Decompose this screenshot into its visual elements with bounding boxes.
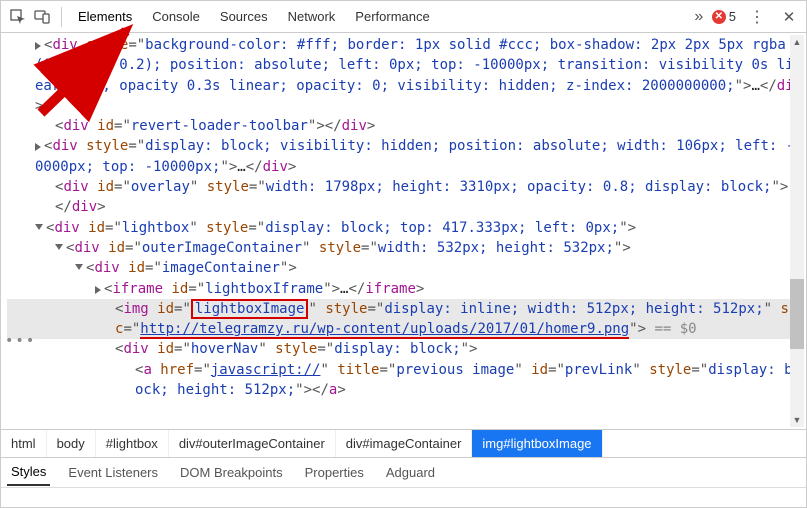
panel-tabs: Elements Console Sources Network Perform…: [78, 3, 686, 30]
breadcrumb-selected[interactable]: img#lightboxImage: [472, 430, 602, 457]
subtab-dom-breakpoints[interactable]: DOM Breakpoints: [176, 460, 287, 485]
dom-node-selected[interactable]: <img id="lightboxImage" style="display: …: [7, 299, 804, 340]
scroll-thumb[interactable]: [790, 279, 804, 349]
breadcrumb-lightbox[interactable]: #lightbox: [96, 430, 169, 457]
dom-tree[interactable]: <div style="background-color: #fff; bord…: [1, 33, 806, 429]
highlighted-src-url: http://telegramzy.ru/wp-content/uploads/…: [140, 321, 629, 339]
dom-node[interactable]: <a href="javascript://" title="previous …: [7, 360, 804, 401]
breadcrumb-body[interactable]: body: [47, 430, 96, 457]
dom-node[interactable]: <div id="revert-loader-toolbar"></div>: [7, 116, 804, 136]
error-count: 5: [729, 9, 736, 24]
tab-sources[interactable]: Sources: [220, 3, 268, 30]
styles-pane: [1, 487, 806, 507]
dom-node[interactable]: <div id="overlay" style="width: 1798px; …: [7, 177, 804, 218]
separator: [61, 7, 62, 27]
tab-elements[interactable]: Elements: [78, 3, 132, 30]
vertical-scrollbar[interactable]: ▲ ▼: [790, 35, 804, 427]
dom-node[interactable]: <div id="hoverNav" style="display: block…: [7, 339, 804, 359]
scroll-up-icon[interactable]: ▲: [790, 35, 804, 49]
dom-node[interactable]: <div style="background-color: #fff; bord…: [7, 35, 804, 116]
overflow-dots: •••: [5, 331, 36, 351]
dom-node[interactable]: <iframe id="lightboxIframe">…</iframe>: [7, 279, 804, 299]
error-icon: ✕: [712, 10, 726, 24]
highlighted-id: lightboxImage: [191, 299, 309, 319]
close-devtools-icon[interactable]: ✕: [778, 6, 800, 28]
tab-network[interactable]: Network: [288, 3, 336, 30]
scroll-down-icon[interactable]: ▼: [790, 413, 804, 427]
dom-node[interactable]: <div style="display: block; visibility: …: [7, 136, 804, 177]
breadcrumb-outer[interactable]: div#outerImageContainer: [169, 430, 336, 457]
breadcrumb-html[interactable]: html: [1, 430, 47, 457]
inspect-element-icon[interactable]: [7, 6, 29, 28]
device-toggle-icon[interactable]: [31, 6, 53, 28]
breadcrumb-container[interactable]: div#imageContainer: [336, 430, 473, 457]
subtab-event-listeners[interactable]: Event Listeners: [64, 460, 162, 485]
kebab-menu-icon[interactable]: ⋮: [746, 6, 768, 28]
tab-console[interactable]: Console: [152, 3, 200, 30]
tab-performance[interactable]: Performance: [355, 3, 429, 30]
more-tabs-icon[interactable]: »: [688, 6, 710, 28]
error-count-badge[interactable]: ✕ 5: [712, 9, 736, 24]
subtab-styles[interactable]: Styles: [7, 459, 50, 486]
devtools-toolbar: Elements Console Sources Network Perform…: [1, 1, 806, 33]
dom-node[interactable]: <div id="lightbox" style="display: block…: [7, 218, 804, 238]
dom-node[interactable]: <div id="imageContainer">: [7, 258, 804, 278]
subtab-adguard[interactable]: Adguard: [382, 460, 439, 485]
subtab-properties[interactable]: Properties: [301, 460, 368, 485]
dom-node[interactable]: <div id="outerImageContainer" style="wid…: [7, 238, 804, 258]
dom-breadcrumbs: html body #lightbox div#outerImageContai…: [1, 429, 806, 457]
scroll-track[interactable]: [790, 49, 804, 413]
styles-sub-tabs: Styles Event Listeners DOM Breakpoints P…: [1, 457, 806, 487]
